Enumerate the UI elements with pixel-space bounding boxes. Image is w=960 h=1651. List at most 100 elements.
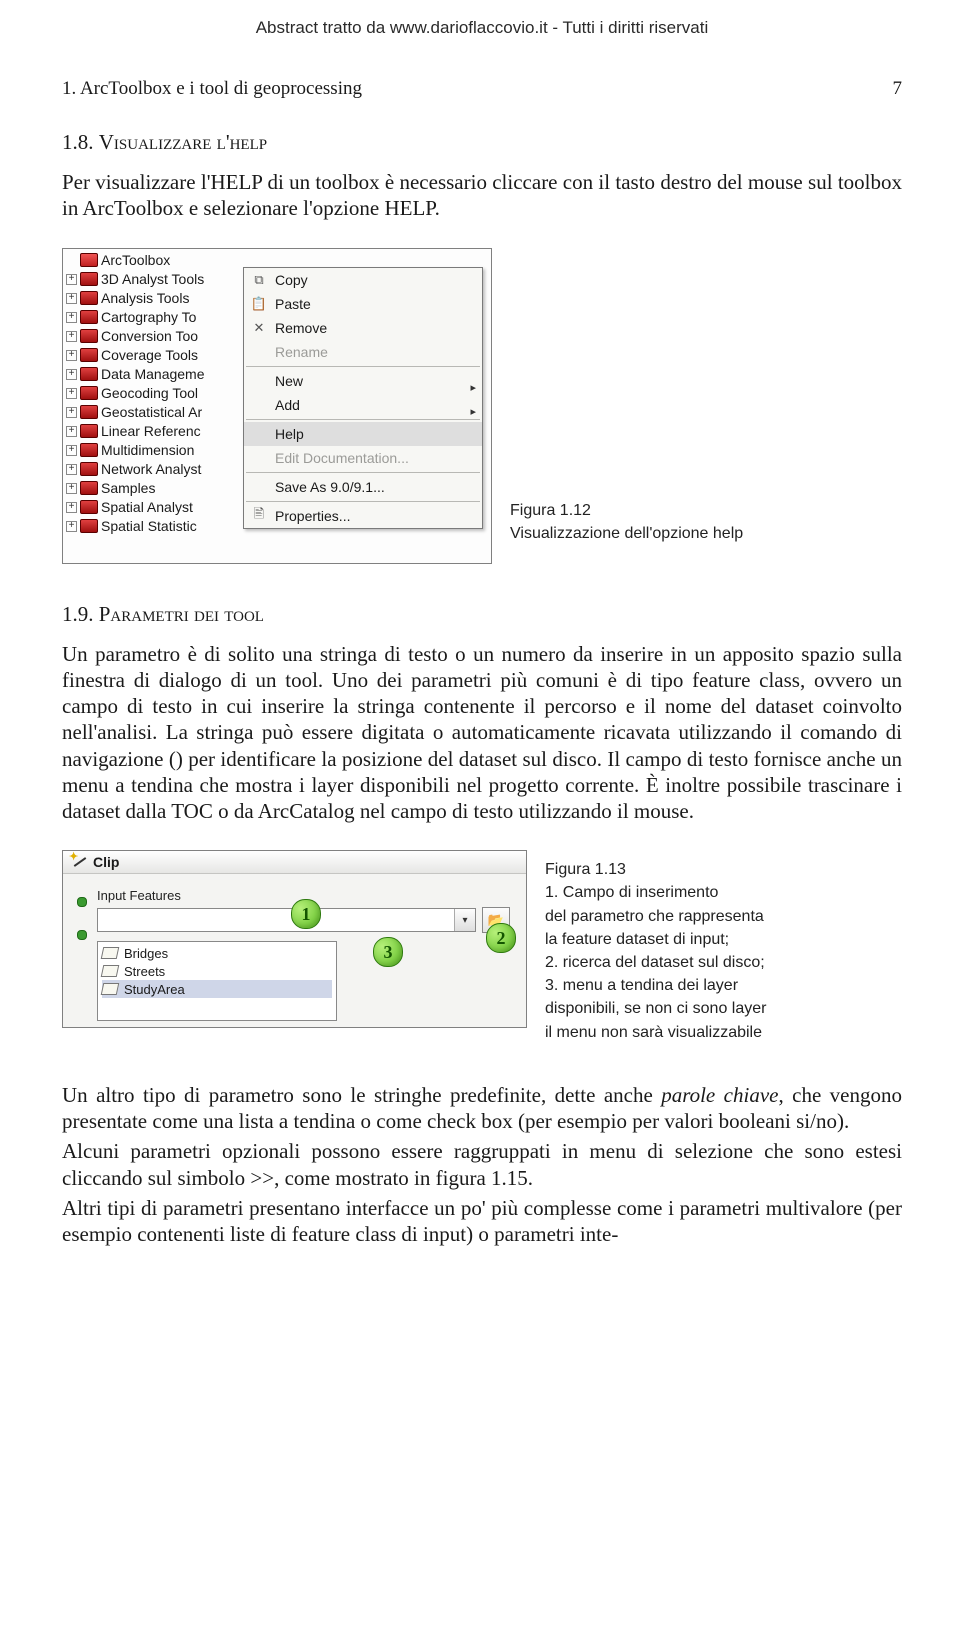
tree-item[interactable]: + Analysis Tools	[65, 289, 241, 308]
list-item[interactable]: Streets	[102, 962, 332, 980]
tree-item[interactable]: + Geocoding Tool	[65, 384, 241, 403]
toolbox-icon	[80, 291, 98, 305]
feature-icon	[101, 983, 120, 995]
menu-remove[interactable]: ✕Remove	[244, 316, 482, 340]
page-number: 7	[893, 78, 903, 100]
expander-icon[interactable]: +	[66, 445, 77, 456]
expander-icon[interactable]: +	[66, 369, 77, 380]
tree-label: Coverage Tools	[101, 347, 241, 363]
tree-label: Spatial Analyst	[101, 499, 241, 515]
menu-separator	[246, 501, 480, 502]
menu-new[interactable]: New	[244, 369, 482, 393]
expander-icon[interactable]: +	[66, 350, 77, 361]
expander-icon[interactable]: +	[66, 274, 77, 285]
tree-label: Multidimension	[101, 442, 241, 458]
tree-label: Spatial Statistic	[101, 518, 241, 534]
arctoolbox-panel: ArcToolbox +3D Analyst Tools + Analysis T…	[62, 248, 492, 564]
expander-icon[interactable]: +	[66, 388, 77, 399]
menu-copy[interactable]: ⧉Copy	[244, 268, 482, 292]
section-1-8-title: 1.8. Visualizzare l'help	[62, 130, 902, 155]
tree-label: Geocoding Tool	[101, 385, 241, 401]
fig-line: 2. ricerca del dataset sul disco;	[545, 954, 765, 971]
final-para-3: Altri tipi di parametri presentano inter…	[62, 1195, 902, 1248]
final-para-1: Un altro tipo di parametro sono le strin…	[62, 1082, 902, 1135]
toolbox-icon	[80, 367, 98, 381]
toolbox-icon	[80, 253, 98, 267]
fig-line: la feature dataset di input;	[545, 931, 729, 948]
toolbox-icon	[80, 424, 98, 438]
section-caption: Parametri dei tool	[99, 602, 264, 626]
fig-line: 3. menu a tendina dei layer	[545, 977, 738, 994]
tree-item[interactable]: +Conversion Too	[65, 327, 241, 346]
menu-separator	[246, 419, 480, 420]
expander-icon[interactable]: +	[66, 502, 77, 513]
paste-icon: 📋	[250, 296, 268, 312]
expander-icon[interactable]: +	[66, 293, 77, 304]
tree-item[interactable]: + Coverage Tools	[65, 346, 241, 365]
menu-add[interactable]: Add	[244, 393, 482, 417]
clip-dialog: Clip Input Features ▾ 📂 Bridges Streets	[62, 850, 527, 1028]
tree-item[interactable]: +Cartography To	[65, 308, 241, 327]
dropdown-arrow-icon[interactable]: ▾	[454, 909, 475, 931]
expander-icon[interactable]: +	[66, 464, 77, 475]
tree-item[interactable]: +Geostatistical Ar	[65, 403, 241, 422]
expander-icon[interactable]: +	[66, 331, 77, 342]
list-item[interactable]: StudyArea	[102, 980, 332, 998]
menu-label: Add	[275, 397, 300, 413]
expander-blank	[66, 255, 77, 266]
text: Un altro tipo di parametro sono le strin…	[62, 1083, 661, 1107]
tree-label: Linear Referenc	[101, 423, 241, 439]
figure-1-13-caption: Figura 1.13 1. Campo di inserimento del …	[545, 850, 766, 1044]
input-features-combo[interactable]: ▾	[97, 908, 476, 932]
fig-line: il menu non sarà visualizzabile	[545, 1024, 762, 1041]
tree-item[interactable]: + Samples	[65, 479, 241, 498]
menu-label: Rename	[275, 344, 328, 360]
toolbox-icon	[80, 500, 98, 514]
menu-paste[interactable]: 📋Paste	[244, 292, 482, 316]
toolbox-icon	[80, 405, 98, 419]
tree-item[interactable]: + Spatial Analyst	[65, 498, 241, 517]
tree-label: Samples	[101, 480, 241, 496]
tree-label: Analysis Tools	[101, 290, 241, 306]
list-label: StudyArea	[124, 982, 185, 997]
tree-item[interactable]: + Linear Referenc	[65, 422, 241, 441]
toolbox-icon	[80, 443, 98, 457]
menu-label: Remove	[275, 320, 327, 336]
tree-item[interactable]: +Network Analyst	[65, 460, 241, 479]
clip-titlebar: Clip	[63, 851, 526, 874]
fig-line: 1. Campo di inserimento	[545, 884, 718, 901]
section-num: 1.8.	[62, 130, 99, 154]
tree-label: Data Manageme	[101, 366, 241, 382]
toolbox-icon	[80, 386, 98, 400]
abstract-header: Abstract tratto da www.darioflaccovio.it…	[62, 18, 902, 38]
section-1-8-body: Per visualizzare l'HELP di un toolbox è …	[62, 169, 902, 222]
expander-icon[interactable]: +	[66, 312, 77, 323]
menu-help[interactable]: Help	[244, 422, 482, 446]
blank-icon	[250, 426, 268, 442]
expander-icon[interactable]: +	[66, 521, 77, 532]
blank-icon	[250, 397, 268, 413]
feature-icon	[101, 965, 120, 977]
feature-icon	[101, 947, 120, 959]
menu-save-as[interactable]: Save As 9.0/9.1...	[244, 475, 482, 499]
tree-item[interactable]: +3D Analyst Tools	[65, 270, 241, 289]
expander-icon[interactable]: +	[66, 407, 77, 418]
clip-title-text: Clip	[93, 854, 119, 870]
callout-marker-3: 3	[373, 937, 403, 967]
tree-item[interactable]: + Spatial Statistic	[65, 517, 241, 536]
expander-icon[interactable]: +	[66, 483, 77, 494]
tree-root[interactable]: ArcToolbox	[65, 251, 241, 270]
layer-list[interactable]: Bridges Streets StudyArea	[97, 941, 337, 1021]
menu-properties[interactable]: 🖹Properties...	[244, 504, 482, 528]
list-item[interactable]: Bridges	[102, 944, 332, 962]
blank-icon	[250, 450, 268, 466]
tree-item[interactable]: + Data Manageme	[65, 365, 241, 384]
copy-icon: ⧉	[250, 272, 268, 288]
figure-1-13: Clip Input Features ▾ 📂 Bridges Streets	[62, 850, 902, 1044]
menu-label: New	[275, 373, 303, 389]
menu-label: Edit Documentation...	[275, 450, 409, 466]
expander-icon[interactable]: +	[66, 426, 77, 437]
properties-icon: 🖹	[250, 508, 268, 524]
tree-item[interactable]: + Multidimension	[65, 441, 241, 460]
menu-separator	[246, 472, 480, 473]
